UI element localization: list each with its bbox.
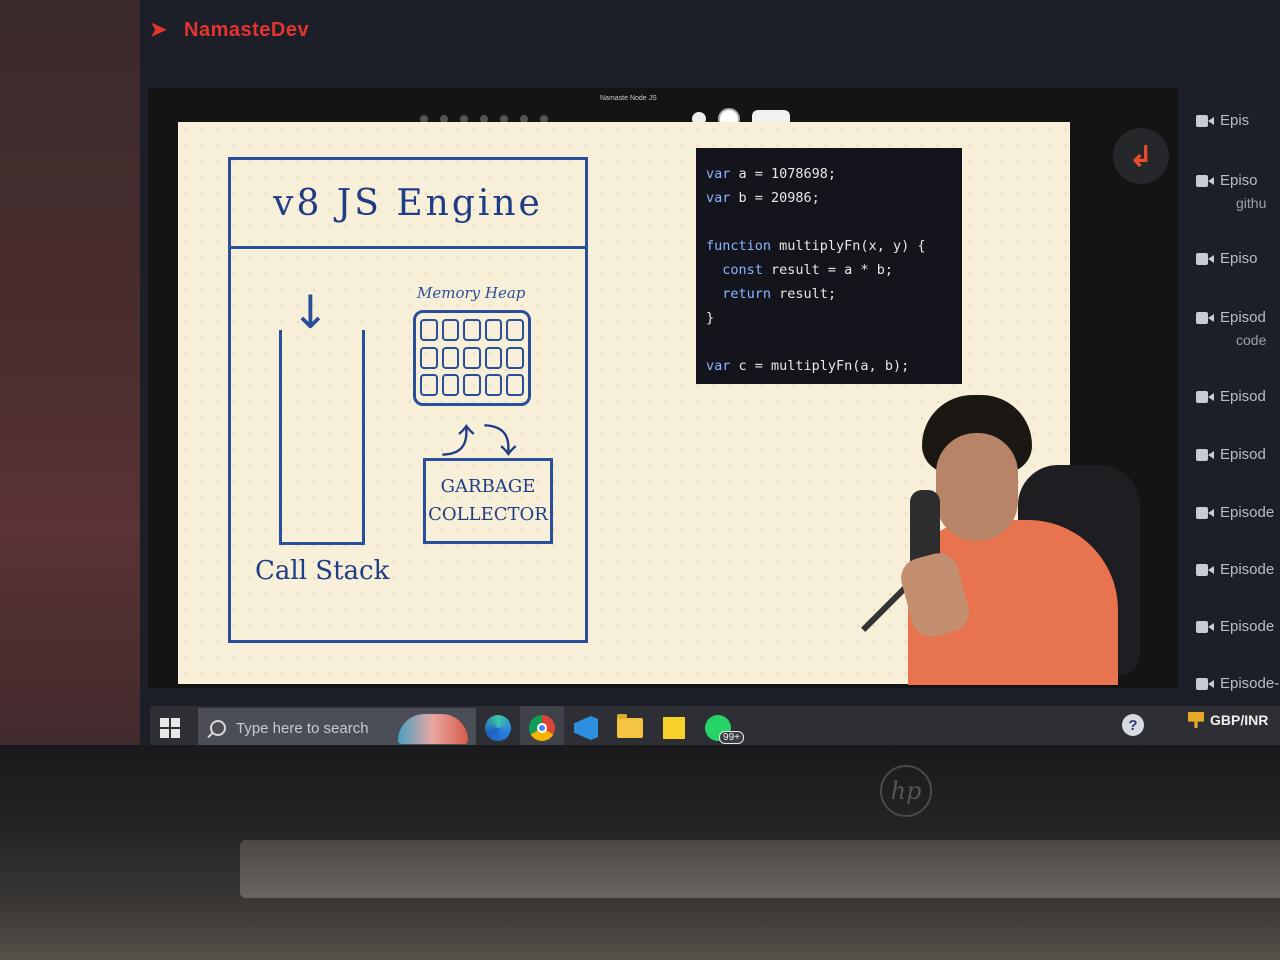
video-camera-icon [1196, 448, 1214, 461]
code-line: return result; [722, 286, 837, 302]
presenter-face [936, 433, 1018, 541]
code-line: const result = a * b; [722, 262, 893, 278]
video-camera-icon [1196, 563, 1214, 576]
brand-logo-icon: ➤ [150, 19, 167, 41]
memory-heap-label: Memory Heap [417, 284, 526, 302]
episode-list: Epis Episo githu Episo Episod code Episo… [1196, 100, 1280, 700]
episode-label: Episo [1220, 250, 1258, 267]
episode-item[interactable]: Epis [1196, 112, 1249, 129]
gc-label-line1: GARBAGE [440, 476, 536, 497]
taskbar-app-file-explorer[interactable] [608, 706, 652, 750]
episode-item[interactable]: Episod code [1196, 309, 1266, 348]
code-snippet: var a = 1078698; var b = 20986; function… [696, 148, 962, 384]
heap-cell [463, 319, 481, 341]
video-camera-icon [1196, 506, 1214, 519]
heap-cell [420, 319, 438, 341]
heap-cell [484, 319, 503, 341]
gc-label-line2: COLLECTOR [428, 504, 548, 525]
episode-sublabel: githu [1236, 195, 1267, 211]
engine-title: v8 JS Engine [273, 182, 543, 224]
taskbar-app-chrome[interactable] [520, 706, 564, 750]
currency-widget[interactable]: GBP/INR [1188, 712, 1268, 728]
hp-logo: hp [880, 765, 932, 817]
search-icon [210, 720, 226, 736]
heap-cell [441, 346, 460, 369]
episode-item[interactable]: Episode [1196, 561, 1274, 578]
windows-taskbar: Type here to search 99+ [150, 706, 1280, 750]
heap-cell [506, 346, 524, 369]
edge-icon [485, 715, 511, 741]
memory-heap-shape [413, 310, 531, 406]
code-line: function multiplyFn(x, y) { [706, 238, 926, 254]
engine-title-row: v8 JS Engine [231, 160, 585, 249]
heap-cell [484, 374, 503, 397]
episode-item[interactable]: Episode [1196, 504, 1274, 521]
currency-widget-label: GBP/INR [1210, 712, 1269, 728]
taskbar-app-edge[interactable] [476, 706, 520, 750]
taskbar-app-sticky-notes[interactable] [652, 706, 696, 750]
episode-item[interactable]: Episo [1196, 250, 1258, 267]
video-camera-icon [1196, 252, 1214, 265]
code-line: var a = 1078698; [706, 166, 837, 182]
heap-cell [506, 319, 524, 341]
episode-label: Episo [1220, 172, 1258, 189]
video-camera-icon [1196, 114, 1214, 127]
code-line: } [706, 310, 715, 326]
video-title: Namaste Node JS [600, 95, 657, 102]
video-camera-icon [1196, 390, 1214, 403]
heap-cell [441, 374, 460, 397]
episode-label: Episode [1220, 618, 1275, 635]
video-camera-icon [1196, 174, 1214, 187]
video-camera-icon [1196, 677, 1214, 690]
heap-cell [484, 346, 503, 369]
taskbar-app-whatsapp[interactable]: 99+ [696, 706, 744, 750]
brand-name: NamasteDev [184, 18, 310, 41]
episode-label: Episode [1220, 504, 1275, 521]
episode-item[interactable]: Episod [1196, 446, 1266, 463]
video-camera-icon [1196, 620, 1214, 633]
episode-item[interactable]: Episode- [1196, 675, 1279, 692]
code-line: var b = 20986; [706, 190, 820, 206]
episode-item[interactable]: Episo githu [1196, 172, 1266, 211]
episode-sublabel: code [1236, 332, 1267, 348]
search-placeholder: Type here to search [236, 719, 369, 737]
call-stack-label: Call Stack [255, 556, 390, 586]
video-camera-icon [1196, 311, 1214, 324]
heap-cell [463, 346, 481, 369]
search-highlight-image [398, 714, 468, 744]
heap-cell [463, 374, 481, 397]
heap-cell [441, 319, 460, 341]
episode-label: Epis [1220, 112, 1250, 129]
episode-label: Episode [1220, 561, 1275, 578]
heap-cell [420, 374, 438, 397]
heap-cell [420, 346, 438, 369]
swap-arrows-icon: ⤴⤵ [441, 422, 525, 462]
taskbar-search-input[interactable]: Type here to search [198, 708, 476, 748]
garbage-collector-shape: GARBAGE COLLECTOR [423, 458, 553, 544]
laptop-hinge [240, 840, 1280, 898]
episode-label: Episod [1220, 388, 1266, 405]
windows-start-icon[interactable] [160, 718, 180, 738]
chrome-icon [529, 715, 555, 741]
record-icon[interactable]: ↲ [1113, 128, 1169, 184]
episode-item[interactable]: Episode [1196, 618, 1274, 635]
help-icon[interactable]: ? [1122, 714, 1144, 736]
episode-item[interactable]: Episod [1196, 388, 1266, 405]
sticky-notes-icon [663, 717, 685, 739]
call-stack-shape [279, 330, 365, 545]
taskbar-app-vscode[interactable] [564, 706, 608, 750]
v8-engine-diagram: v8 JS Engine ↓ Call Stack Memory Heap ⤴⤵… [228, 157, 588, 643]
episode-label: Episod [1220, 446, 1266, 463]
brand[interactable]: ➤ NamasteDev [150, 18, 309, 42]
currency-trend-icon [1188, 712, 1204, 728]
code-line: var c = multiplyFn(a, b); [706, 358, 910, 374]
heap-cell [506, 374, 524, 397]
notification-badge: 99+ [719, 731, 744, 744]
episode-label: Episode- [1220, 675, 1280, 692]
episode-label: Episod [1220, 309, 1266, 326]
presenter-video-overlay [861, 395, 1170, 685]
file-explorer-icon [617, 714, 643, 738]
vscode-icon [574, 716, 598, 740]
